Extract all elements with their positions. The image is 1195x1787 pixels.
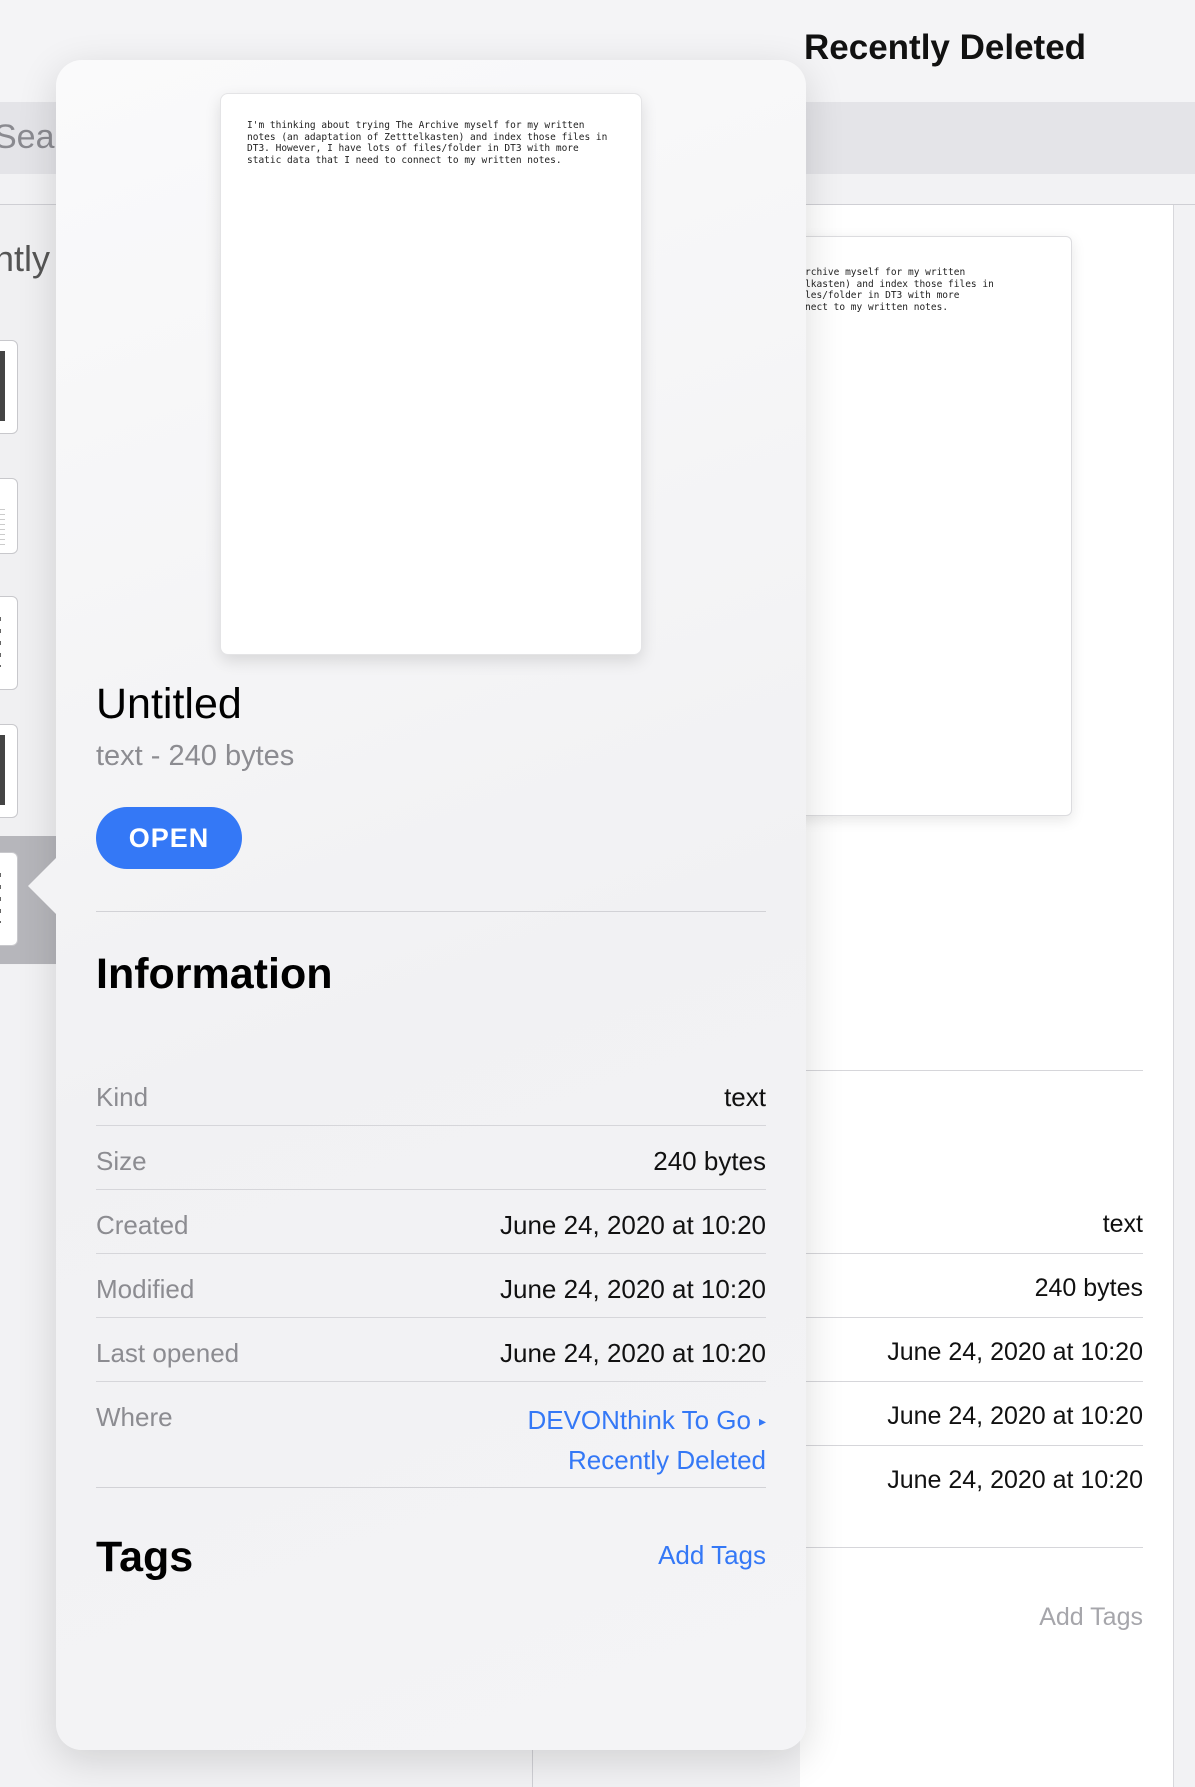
info-label: Modified <box>96 1274 195 1304</box>
info-value: June 24, 2020 at 10:20 <box>499 1274 766 1304</box>
document-thumbnail[interactable] <box>0 724 18 818</box>
info-label: Size <box>96 1146 147 1176</box>
document-title: Untitled <box>96 680 242 728</box>
preview-text: g The Archive myself for my written Zett… <box>770 267 994 313</box>
divider <box>800 1445 1143 1446</box>
divider <box>800 1547 1143 1548</box>
path-segment-recently-deleted[interactable]: Recently Deleted <box>568 1445 766 1475</box>
document-thumbnail[interactable] <box>0 478 18 554</box>
info-value: 240 bytes <box>1034 1274 1143 1302</box>
add-tags-button[interactable]: Add Tags <box>658 1540 766 1571</box>
info-value: June 24, 2020 at 10:20 <box>887 1338 1143 1366</box>
document-thumbnail <box>0 852 18 946</box>
popover-arrow <box>28 858 56 914</box>
preview-text: I'm thinking about trying The Archive my… <box>247 120 608 166</box>
tags-heading: Tags <box>96 1533 194 1581</box>
path-segment-devonthink[interactable]: DEVONthink To Go <box>527 1405 751 1435</box>
divider <box>800 1381 1143 1382</box>
info-row-kind: Kind text <box>96 1062 766 1126</box>
info-row-size: Size 240 bytes <box>96 1126 766 1190</box>
document-thumbnail[interactable] <box>0 340 18 434</box>
info-row-where: Where DEVONthink To Go ▸ Recently Deleted <box>96 1382 766 1482</box>
document-preview: g The Archive myself for my written Zett… <box>770 236 1072 816</box>
divider <box>1173 205 1174 1787</box>
divider <box>800 1070 1143 1071</box>
divider <box>800 1253 1143 1254</box>
info-row-created: Created June 24, 2020 at 10:20 <box>96 1190 766 1254</box>
info-row-last-opened: Last opened June 24, 2020 at 10:20 <box>96 1318 766 1382</box>
info-value: text <box>1102 1210 1143 1238</box>
divider <box>96 1487 766 1488</box>
add-tags-button: Add Tags <box>1039 1603 1143 1631</box>
page-title: Recently Deleted <box>804 28 1087 67</box>
info-label: Where <box>96 1402 173 1432</box>
document-preview[interactable]: I'm thinking about trying The Archive my… <box>220 93 642 655</box>
information-heading: Information <box>96 950 333 998</box>
info-value: text <box>724 1082 766 1112</box>
divider <box>96 911 766 912</box>
info-label: Kind <box>96 1082 149 1112</box>
info-value: June 24, 2020 at 10:20 <box>887 1402 1143 1430</box>
divider <box>800 1317 1143 1318</box>
open-button[interactable]: OPEN <box>96 807 242 869</box>
info-value: June 24, 2020 at 10:20 <box>499 1210 766 1240</box>
info-value: June 24, 2020 at 10:20 <box>499 1338 766 1368</box>
info-value: 240 bytes <box>653 1146 766 1176</box>
triangle-right-icon: ▸ <box>758 1413 766 1429</box>
location-path-link[interactable]: DEVONthink To Go ▸ Recently Deleted <box>527 1402 766 1478</box>
document-subtitle: text - 240 bytes <box>96 740 295 772</box>
info-label: Created <box>96 1210 189 1240</box>
info-row-modified: Modified June 24, 2020 at 10:20 <box>96 1254 766 1318</box>
info-label: Last opened <box>96 1338 240 1368</box>
info-value: June 24, 2020 at 10:20 <box>887 1466 1143 1494</box>
document-info-popover: I'm thinking about trying The Archive my… <box>28 60 806 1750</box>
document-thumbnail[interactable] <box>0 596 18 690</box>
